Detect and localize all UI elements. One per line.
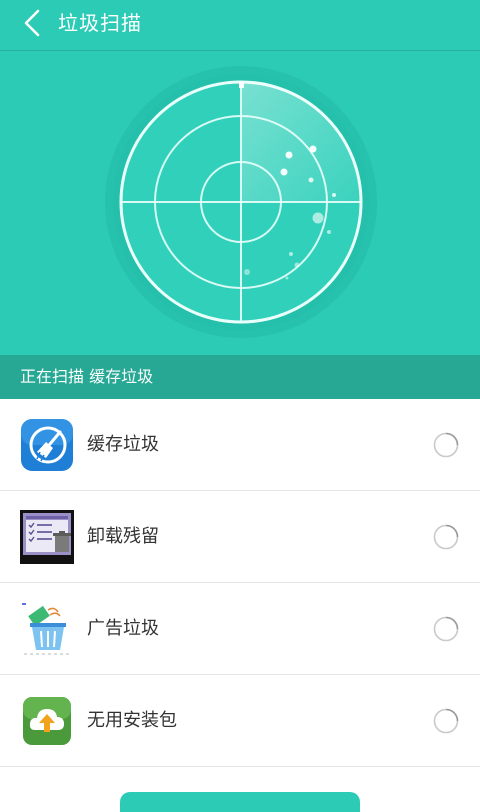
package-upload-icon — [23, 697, 71, 745]
radio-circle-icon[interactable] — [433, 708, 459, 734]
list-item-ad-junk[interactable]: 广告垃圾 — [0, 583, 480, 675]
list-item-uninstall-residue[interactable]: 卸载残留 — [0, 491, 480, 583]
scan-category-list: 缓存垃圾 卸载残留 广告垃圾 无用安装包 — [0, 399, 480, 767]
list-item-cache-junk[interactable]: 缓存垃圾 — [0, 399, 480, 491]
item-label: 缓存垃圾 — [87, 434, 159, 455]
scan-status-prefix: 正在扫描 — [20, 367, 85, 386]
radio-circle-icon[interactable] — [433, 524, 459, 550]
chevron-left-icon — [24, 9, 40, 37]
back-button[interactable] — [14, 5, 50, 41]
app-header: 垃圾扫描 — [0, 0, 480, 51]
radar-scan-area — [0, 51, 480, 355]
item-label: 广告垃圾 — [87, 618, 159, 639]
item-label: 无用安装包 — [87, 710, 177, 731]
radio-circle-icon[interactable] — [433, 616, 459, 642]
scan-status-bar: 正在扫描 缓存垃圾 — [0, 355, 480, 399]
broom-icon — [21, 419, 73, 471]
uninstall-residue-icon — [20, 510, 74, 564]
ad-trash-icon — [22, 603, 70, 655]
list-item-useless-apk[interactable]: 无用安装包 — [0, 675, 480, 767]
radio-circle-icon[interactable] — [433, 432, 459, 458]
scan-status-text: 正在扫描 缓存垃圾 — [20, 355, 153, 399]
page-title: 垃圾扫描 — [58, 11, 142, 35]
item-label: 卸载残留 — [87, 526, 159, 547]
bottom-action-button[interactable] — [120, 792, 360, 812]
radar-icon — [105, 66, 377, 338]
scan-status-target: 缓存垃圾 — [89, 367, 154, 386]
